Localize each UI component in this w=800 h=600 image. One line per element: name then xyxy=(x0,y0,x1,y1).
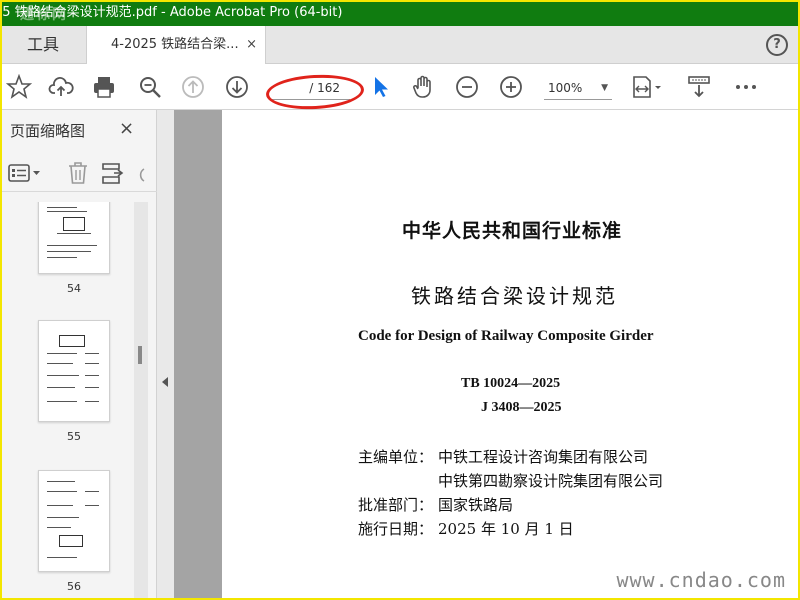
panel-toolbar xyxy=(0,152,157,192)
scroll-mode-icon[interactable] xyxy=(686,74,712,100)
thumbnail-page[interactable] xyxy=(38,470,110,572)
panel-collapse-bar[interactable] xyxy=(157,110,174,598)
line-value: 中铁工程设计咨询集团有限公司 xyxy=(438,448,649,466)
close-panel-icon[interactable]: × xyxy=(119,118,134,139)
select-cursor-icon[interactable] xyxy=(368,74,394,100)
trash-icon[interactable] xyxy=(66,160,90,186)
star-icon[interactable] xyxy=(5,73,33,100)
top-watermark: 通标网 xyxy=(20,7,68,23)
chevron-down-icon: ▼ xyxy=(601,83,608,93)
tab-document[interactable]: 4-2025 铁路结合梁... × xyxy=(86,26,266,65)
line-value: 中铁第四勘察设计院集团有限公司 xyxy=(438,472,664,490)
thumbnail-page-number: 56 xyxy=(67,580,81,593)
tab-bar: 工具 4-2025 铁路结合梁... × ? xyxy=(0,26,800,65)
panel-title: 页面缩略图 xyxy=(10,122,86,140)
line-label: 批准部门： xyxy=(358,496,434,514)
fit-page-icon[interactable] xyxy=(630,74,666,100)
document-page: 中华人民共和国行业标准 铁路结合梁设计规范 Code for Design of… xyxy=(222,110,798,598)
zoom-level-select[interactable]: 100% ▼ xyxy=(544,76,612,100)
standard-code-secondary: J 3408—2025 xyxy=(481,400,562,415)
document-gutter xyxy=(174,110,222,598)
line-label: 主编单位： xyxy=(358,448,434,466)
close-tab-icon[interactable]: × xyxy=(246,26,257,64)
thumbnail-scrollbar[interactable] xyxy=(134,202,148,598)
page-thumbnails-panel: 页面缩略图 × 54 55 56 xyxy=(0,110,157,598)
page-down-icon[interactable] xyxy=(224,74,250,100)
approval-line: 批准部门： 国家铁路局 xyxy=(358,494,513,515)
tab-tools[interactable]: 工具 xyxy=(0,26,86,64)
document-standard-title: 中华人民共和国行业标准 xyxy=(402,220,623,242)
line-label: 施行日期： xyxy=(358,520,434,538)
page-up-icon[interactable] xyxy=(180,74,206,100)
standard-code: TB 10024—2025 xyxy=(461,376,561,391)
thumbnail-list: 54 55 56 xyxy=(0,202,134,598)
document-title: 铁路结合梁设计规范 xyxy=(411,284,618,308)
insert-page-icon[interactable] xyxy=(100,160,124,186)
thumbnail-page[interactable] xyxy=(38,320,110,422)
more-icon[interactable] xyxy=(733,74,759,100)
collapse-arrow-icon[interactable] xyxy=(162,377,168,387)
thumbnail-options-icon[interactable] xyxy=(8,162,42,184)
title-bar: 25 铁路结合梁设计规范.pdf - Adobe Acrobat Pro (64… xyxy=(0,0,800,26)
thumbnail-scrollbar-thumb[interactable] xyxy=(138,346,142,364)
document-english-title: Code for Design of Railway Composite Gir… xyxy=(358,328,654,344)
hand-icon[interactable] xyxy=(410,74,436,100)
thumbnail-page-number: 55 xyxy=(67,430,81,443)
rotate-icon[interactable] xyxy=(134,166,148,184)
main-toolbar: / 162 100% ▼ xyxy=(0,64,800,110)
print-icon[interactable] xyxy=(91,74,117,100)
editor-line: 主编单位： 中铁工程设计咨询集团有限公司 xyxy=(358,446,648,467)
help-icon[interactable]: ? xyxy=(766,34,788,56)
thumbnail-page[interactable] xyxy=(38,202,110,274)
site-watermark: www.cndao.com xyxy=(616,568,786,592)
line-value: 国家铁路局 xyxy=(438,496,514,514)
tab-document-label: 4-2025 铁路结合梁... xyxy=(111,37,239,52)
upload-cloud-icon[interactable] xyxy=(48,74,74,100)
zoom-plus-icon[interactable] xyxy=(498,74,524,100)
thumbnail-page-number: 54 xyxy=(67,282,81,295)
effective-date-line: 施行日期： 2025 年 10 月 1 日 xyxy=(358,518,574,539)
zoom-out-search-icon[interactable] xyxy=(137,74,163,100)
line-value: 2025 年 10 月 1 日 xyxy=(438,520,574,538)
editor-line: 中铁第四勘察设计院集团有限公司 xyxy=(358,470,663,491)
zoom-minus-icon[interactable] xyxy=(454,74,480,100)
zoom-level-value: 100% xyxy=(548,81,583,95)
